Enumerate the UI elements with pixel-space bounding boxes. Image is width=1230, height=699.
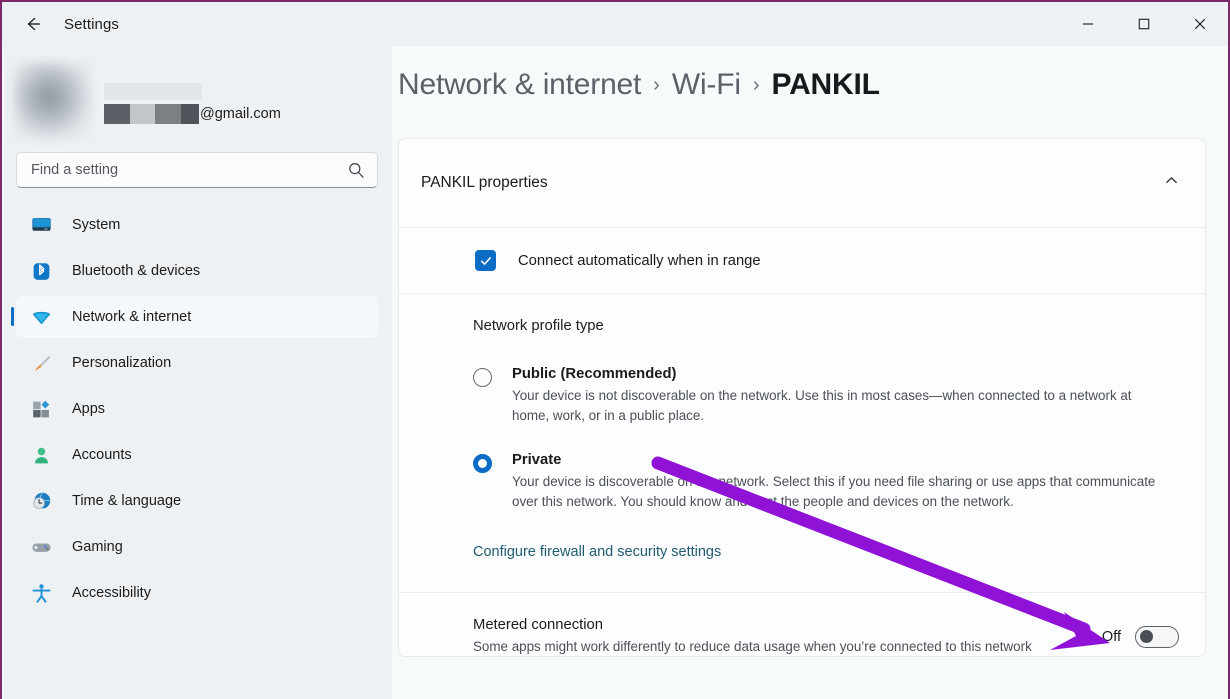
- search-input[interactable]: [31, 162, 347, 178]
- accessibility-icon: [30, 582, 52, 604]
- sidebar-item-label: Network & internet: [72, 309, 192, 325]
- sidebar-item-bluetooth-devices[interactable]: Bluetooth & devices: [16, 250, 378, 292]
- sidebar-item-accessibility[interactable]: Accessibility: [16, 572, 378, 614]
- sidebar-item-label: Time & language: [72, 493, 182, 509]
- sidebar-item-accounts[interactable]: Accounts: [16, 434, 378, 476]
- configure-firewall-link[interactable]: Configure firewall and security settings: [473, 544, 721, 560]
- sidebar: @gmail.com Find a setting System Bluetoo…: [4, 46, 392, 699]
- sidebar-item-label: Bluetooth & devices: [72, 263, 201, 279]
- network-properties-card: PANKIL properties Connect automatically …: [398, 138, 1206, 657]
- sidebar-nav: System Bluetooth & devices Network & int…: [4, 204, 392, 614]
- maximize-button[interactable]: [1116, 2, 1172, 46]
- sidebar-item-label: Gaming: [72, 539, 123, 555]
- sidebar-item-time-language[interactable]: Time & language: [16, 480, 378, 522]
- email-domain: @gmail.com: [200, 105, 281, 122]
- minimize-button[interactable]: [1060, 2, 1116, 46]
- window-title: Settings: [64, 15, 119, 33]
- person-icon: [30, 444, 52, 466]
- sidebar-item-label: System: [72, 217, 121, 233]
- email-redaction-block: [181, 103, 199, 124]
- chevron-right-icon: ›: [653, 74, 660, 96]
- close-icon: [1194, 18, 1206, 30]
- user-name-redacted: [104, 82, 202, 100]
- gamepad-icon: [30, 536, 52, 558]
- radio-option-public[interactable]: Public (Recommended) Your device is not …: [473, 366, 1183, 426]
- radio-option-private[interactable]: Private Your device is discoverable on t…: [473, 452, 1183, 512]
- breadcrumb-item-network[interactable]: Network & internet: [398, 68, 641, 102]
- paintbrush-icon: [30, 352, 52, 374]
- back-arrow-icon: [27, 17, 41, 31]
- metered-connection-description: Some apps might work differently to redu…: [473, 639, 1032, 654]
- checkmark-icon: [480, 256, 491, 265]
- metered-toggle-wrap: Off: [1101, 625, 1179, 648]
- bluetooth-icon: [30, 260, 52, 282]
- connect-automatically-row[interactable]: Connect automatically when in range: [399, 228, 1205, 293]
- avatar: [14, 62, 92, 140]
- section-title: Network profile type: [473, 318, 604, 334]
- email-redaction-block: [130, 103, 155, 124]
- chevron-up-icon[interactable]: [1164, 173, 1179, 193]
- sidebar-item-gaming[interactable]: Gaming: [16, 526, 378, 568]
- card-header-toggle[interactable]: PANKIL properties: [399, 139, 1205, 227]
- toggle-knob: [1140, 630, 1153, 643]
- profile-text: @gmail.com: [104, 82, 281, 124]
- email-redaction-block: [155, 103, 181, 124]
- network-profile-type-section: Network profile type Public (Recommended…: [399, 294, 1205, 592]
- settings-window: Settings @gmail.com Find a setting Syste…: [0, 0, 1230, 699]
- metered-toggle-state: Off: [1101, 628, 1121, 645]
- maximize-icon: [1138, 18, 1150, 30]
- metered-text: Metered connection Some apps might work …: [473, 617, 1086, 656]
- search-icon: [349, 162, 364, 178]
- radio-label-public: Public (Recommended): [512, 366, 677, 382]
- radio-private[interactable]: [473, 454, 492, 473]
- wifi-icon: [30, 306, 52, 328]
- sidebar-item-label: Accounts: [72, 447, 132, 463]
- sidebar-item-network-internet[interactable]: Network & internet: [11, 296, 378, 338]
- user-profile[interactable]: @gmail.com: [4, 46, 392, 142]
- breadcrumb-item-current: PANKIL: [771, 68, 880, 101]
- card-title: PANKIL properties: [421, 174, 548, 191]
- breadcrumb: Network & internet › Wi-Fi › PANKIL: [392, 46, 1228, 102]
- apps-icon: [30, 398, 52, 420]
- sidebar-item-label: Accessibility: [72, 585, 151, 601]
- network-profile-radio-group: Public (Recommended) Your device is not …: [473, 366, 1183, 512]
- metered-connection-row: Metered connection Some apps might work …: [399, 593, 1205, 656]
- monitor-icon: [30, 214, 52, 236]
- user-email: @gmail.com: [104, 103, 281, 124]
- close-button[interactable]: [1172, 2, 1228, 46]
- clock-globe-icon: [30, 490, 52, 512]
- sidebar-item-apps[interactable]: Apps: [16, 388, 378, 430]
- chevron-right-icon: ›: [752, 74, 760, 96]
- metered-connection-toggle[interactable]: [1135, 625, 1179, 648]
- radio-label-private: Private: [512, 452, 562, 468]
- sidebar-item-personalization[interactable]: Personalization: [16, 342, 378, 384]
- connect-automatically-checkbox[interactable]: [475, 250, 496, 271]
- sidebar-item-label: Apps: [72, 401, 106, 417]
- back-button[interactable]: [12, 8, 54, 40]
- connect-automatically-label: Connect automatically when in range: [518, 252, 761, 269]
- radio-body: Private Your device is discoverable on t…: [512, 452, 1167, 512]
- window-controls: [1060, 2, 1228, 46]
- search-box[interactable]: [16, 152, 378, 188]
- sidebar-item-label: Personalization: [72, 355, 172, 371]
- radio-body: Public (Recommended) Your device is not …: [512, 366, 1167, 426]
- radio-description-private: Your device is discoverable on the netwo…: [512, 474, 1156, 509]
- sidebar-item-system[interactable]: System: [16, 204, 378, 246]
- title-bar: Settings: [2, 2, 1228, 46]
- metered-connection-title: Metered connection: [473, 617, 603, 633]
- breadcrumb-item-wifi[interactable]: Wi-Fi: [672, 68, 741, 102]
- radio-public[interactable]: [473, 368, 492, 387]
- radio-description-public: Your device is not discoverable on the n…: [512, 388, 1132, 423]
- email-redaction-block: [104, 103, 130, 124]
- content-area: Network & internet › Wi-Fi › PANKIL PANK…: [392, 46, 1228, 699]
- minimize-icon: [1083, 23, 1093, 25]
